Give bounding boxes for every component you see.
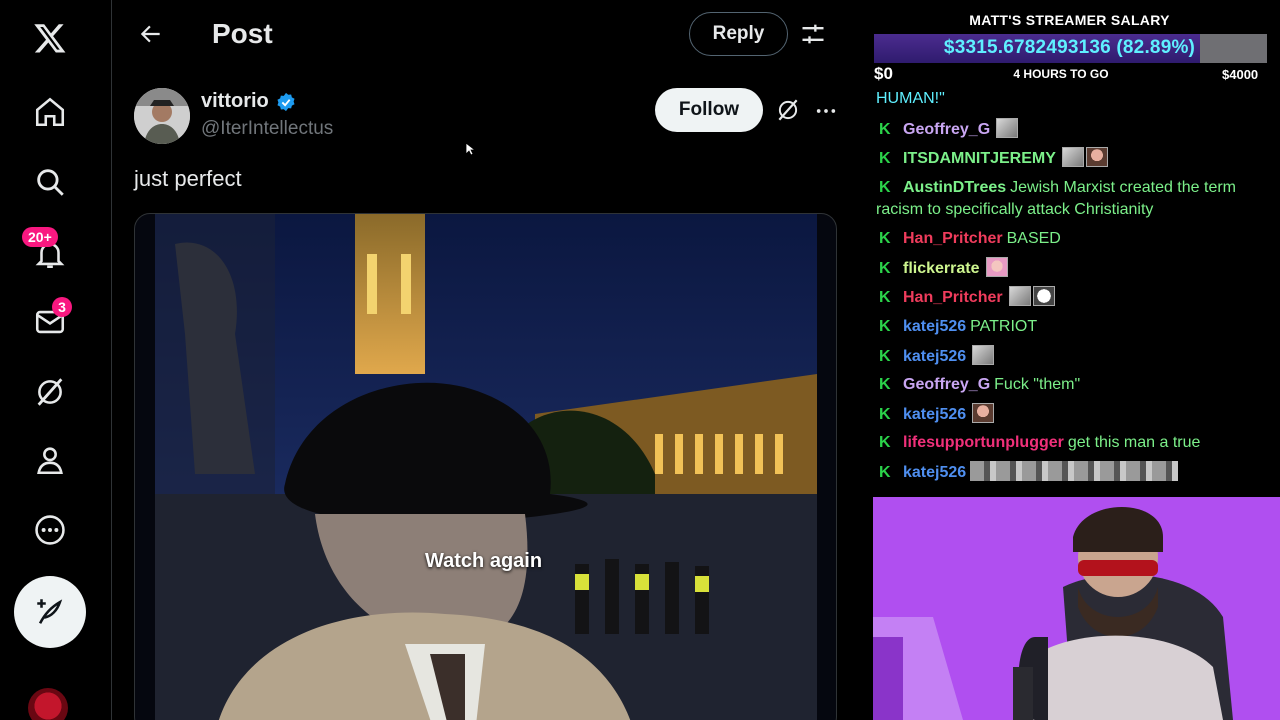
chat-emote	[985, 257, 1008, 277]
reply-button[interactable]: Reply	[689, 12, 788, 56]
chat-message-text: get this man a true	[1067, 434, 1201, 451]
kick-badge-icon: K	[879, 464, 891, 481]
chat-message: K Han_Pritcher BASED	[876, 228, 1276, 250]
video-frame	[155, 214, 817, 720]
chat-username[interactable]: Geoffrey_G	[903, 121, 990, 138]
page-title: Post	[212, 18, 273, 49]
chat-message: K AustinDTrees Jewish Marxist created the …	[876, 177, 1276, 221]
kick-badge-icon: K	[879, 289, 891, 306]
post-view: Post Reply vittorio @IterIntellectus Fol…	[113, 0, 855, 720]
chat-username[interactable]: AustinDTrees	[903, 179, 1006, 196]
post-video[interactable]: Watch again	[134, 213, 837, 720]
kick-badge-icon: K	[879, 230, 891, 247]
chat-message: Kkatej526 PATRIOT	[876, 316, 1276, 338]
profile-icon[interactable]	[20, 430, 80, 490]
watch-again-label[interactable]: Watch again	[425, 550, 542, 573]
feather-plus-icon	[37, 599, 63, 624]
author-name-text: vittorio	[201, 90, 269, 112]
kick-badge-icon: K	[879, 150, 891, 167]
account-avatar[interactable]	[28, 688, 68, 720]
kick-badge-icon: K	[879, 406, 891, 423]
chat-username[interactable]: Han_Pritcher	[903, 289, 1003, 306]
chat-message-text: HUMAN!"	[876, 90, 945, 107]
kick-badge-icon: K	[879, 260, 891, 277]
chat-emote	[972, 345, 995, 365]
author-handle[interactable]: @IterIntellectus	[201, 118, 333, 140]
kick-badge-icon: K	[879, 179, 891, 196]
search-icon[interactable]	[20, 152, 80, 212]
chat-message: Klifesupportunplugger get this man a true	[876, 432, 1276, 454]
chat-emote	[996, 118, 1019, 138]
chat-username[interactable]: katej526	[903, 406, 966, 423]
chat-username[interactable]: katej526	[903, 464, 966, 481]
chat-message: Kkatej526	[876, 345, 1276, 368]
chat-emote	[972, 403, 995, 423]
follow-button[interactable]: Follow	[655, 88, 763, 132]
more-options-icon[interactable]	[813, 98, 839, 124]
kick-badge-icon: K	[879, 376, 891, 393]
chat-username[interactable]: ITSDAMNITJEREMY	[903, 150, 1056, 167]
chat-message-text: PATRIOT	[970, 318, 1038, 335]
chat-emote	[1032, 286, 1055, 306]
chat-message: HUMAN!"	[876, 88, 1276, 110]
grok-icon[interactable]	[775, 97, 801, 123]
back-button[interactable]	[135, 18, 167, 50]
x-logo-icon[interactable]	[20, 8, 80, 68]
arrow-left-icon	[140, 25, 160, 43]
verified-badge-icon	[277, 92, 295, 111]
mouse-cursor-icon	[465, 142, 475, 156]
chat-username[interactable]: lifesupportunplugger	[903, 434, 1064, 451]
grok-icon[interactable]	[20, 362, 80, 422]
chat-username[interactable]: katej526	[903, 318, 966, 335]
sidebar-nav: 20+ 3	[0, 0, 112, 720]
chat-message-text: BASED	[1006, 230, 1061, 247]
chat-emote	[1008, 286, 1031, 306]
chat-message: Kkatej526	[876, 403, 1276, 426]
chat-message: Kflickerrate	[876, 257, 1276, 280]
chat-username[interactable]: Han_Pritcher	[903, 230, 1003, 247]
kick-badge-icon: K	[879, 434, 891, 451]
webcam-frame	[873, 497, 1280, 720]
chat-emote	[970, 461, 1179, 481]
kick-badge-icon: K	[879, 121, 891, 138]
compose-post-button[interactable]	[14, 576, 86, 648]
chat-username[interactable]: flickerrate	[903, 260, 980, 277]
kick-badge-icon: K	[879, 348, 891, 365]
salary-max-label: $4000	[1222, 67, 1259, 82]
author-avatar[interactable]	[134, 88, 190, 144]
post-text: just perfect	[134, 166, 242, 191]
chat-message-text: Fuck "them"	[994, 376, 1081, 393]
sliders-icon[interactable]	[799, 20, 827, 48]
chat-emote	[1061, 147, 1084, 167]
salary-title: MATT'S STREAMER SALARY	[969, 12, 1170, 28]
chat-message: K Han_Pritcher	[876, 286, 1276, 309]
salary-amount: $3315.6782493136 (82.89%)	[943, 37, 1196, 58]
chat-message: K ITSDAMNITJEREMY	[876, 147, 1276, 170]
kick-badge-icon: K	[879, 318, 891, 335]
chat-emote	[1085, 147, 1108, 167]
streamer-webcam	[873, 497, 1280, 720]
chat-message: K Geoffrey_G	[876, 118, 1276, 141]
salary-time-remaining: 4 HOURS TO GO	[1013, 67, 1109, 81]
messages-badge: 3	[52, 297, 72, 317]
chat-username[interactable]: Geoffrey_G	[903, 376, 990, 393]
notifications-badge: 20+	[22, 227, 58, 247]
stream-overlay: MATT'S STREAMER SALARY $3315.6782493136 …	[873, 0, 1280, 720]
author-name[interactable]: vittorio	[201, 90, 297, 113]
messages-envelope-icon[interactable]	[20, 292, 80, 352]
chat-message: Kkatej526	[876, 461, 1276, 484]
chat-username[interactable]: katej526	[903, 348, 966, 365]
more-circle-icon[interactable]	[20, 500, 80, 560]
chat-message: K Geoffrey_G Fuck "them"	[876, 374, 1276, 396]
home-icon[interactable]	[20, 82, 80, 142]
